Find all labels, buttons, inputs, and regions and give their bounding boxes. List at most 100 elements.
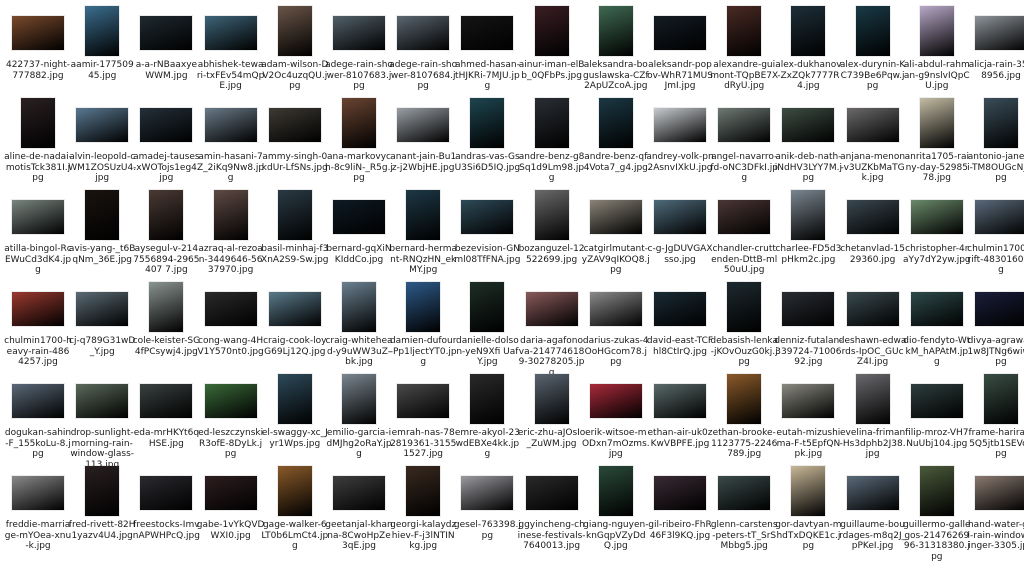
file-thumbnail-image[interactable] xyxy=(910,200,963,234)
file-thumbnail-image[interactable] xyxy=(534,6,569,56)
file-thumbnail-image[interactable] xyxy=(470,374,505,424)
file-thumbnail-image[interactable] xyxy=(589,200,642,234)
file-thumbnail-image[interactable] xyxy=(140,16,193,50)
file-thumbnail-image[interactable] xyxy=(654,292,706,326)
file-thumbnail-image[interactable] xyxy=(855,374,890,424)
file-thumbnail-image[interactable] xyxy=(12,476,64,510)
file-thumbnail-image[interactable] xyxy=(342,282,376,332)
file-name-label: catgirlmutant-yZAV9qIKOQ8.jpg xyxy=(581,244,650,275)
file-thumbnail-image[interactable] xyxy=(846,476,899,510)
file-name-label: daria-agafonova-2147746189-30278205.jpg xyxy=(518,336,585,378)
file-thumbnail-image[interactable] xyxy=(846,108,899,142)
file-thumbnail-image[interactable] xyxy=(333,16,385,50)
file-thumbnail-image[interactable] xyxy=(855,6,890,56)
file-thumbnail-image[interactable] xyxy=(461,200,514,234)
file-thumbnail-image[interactable] xyxy=(21,98,55,148)
file-thumbnail-image[interactable] xyxy=(204,384,257,418)
file-thumbnail-image[interactable] xyxy=(975,200,1024,234)
file-thumbnail-image[interactable] xyxy=(342,98,376,148)
file-thumbnail-image[interactable] xyxy=(598,466,633,516)
file-thumbnail-image[interactable] xyxy=(846,292,899,326)
file-thumbnail-image[interactable] xyxy=(85,190,120,240)
file-thumbnail-image[interactable] xyxy=(654,16,706,50)
file-thumbnail-image[interactable] xyxy=(397,16,450,50)
file-thumbnail-image[interactable] xyxy=(727,374,762,424)
file-thumbnail-image[interactable] xyxy=(718,200,771,234)
file-thumbnail-image[interactable] xyxy=(204,16,257,50)
file-thumbnail-image[interactable] xyxy=(140,476,193,510)
file-thumbnail-image[interactable] xyxy=(782,108,835,142)
file-thumbnail-image[interactable] xyxy=(919,6,954,56)
file-thumbnail-image[interactable] xyxy=(589,384,642,418)
file-thumbnail-image[interactable] xyxy=(406,190,441,240)
file-thumbnail-image[interactable] xyxy=(534,190,569,240)
file-thumbnail-image[interactable] xyxy=(268,292,321,326)
file-thumbnail-image[interactable] xyxy=(268,108,321,142)
file-thumbnail-image[interactable] xyxy=(204,108,257,142)
file-thumbnail-image[interactable] xyxy=(140,384,193,418)
file-thumbnail-image[interactable] xyxy=(525,292,578,326)
file-thumbnail-image[interactable] xyxy=(213,190,248,240)
file-thumbnail-image[interactable] xyxy=(791,466,826,516)
file-name-label: a-a-rNBaaxyeWWM.jpg xyxy=(135,60,198,81)
file-thumbnail-image[interactable] xyxy=(598,6,633,56)
file-thumbnail-image[interactable] xyxy=(397,108,450,142)
file-thumbnail-image[interactable] xyxy=(277,6,312,56)
file-thumbnail-image[interactable] xyxy=(333,200,385,234)
file-thumbnail-image[interactable] xyxy=(975,16,1024,50)
file-thumbnail-image[interactable] xyxy=(718,476,771,510)
file-thumbnail-image[interactable] xyxy=(782,384,835,418)
file-thumbnail-image[interactable] xyxy=(461,16,514,50)
file-thumbnail-image[interactable] xyxy=(333,476,385,510)
file-thumbnail-image[interactable] xyxy=(470,98,505,148)
file-thumbnail-image[interactable] xyxy=(397,384,450,418)
file-thumbnail-image[interactable] xyxy=(12,16,64,50)
file-thumbnail-image[interactable] xyxy=(149,190,184,240)
file-thumbnail-image[interactable] xyxy=(525,476,578,510)
file-thumbnail-image[interactable] xyxy=(76,108,129,142)
file-thumbnail-image[interactable] xyxy=(461,476,514,510)
file-thumbnail-image[interactable] xyxy=(149,282,184,332)
file-thumbnail-image[interactable] xyxy=(534,374,569,424)
file-thumbnail-image[interactable] xyxy=(919,98,954,148)
file-thumbnail-image[interactable] xyxy=(12,292,64,326)
file-thumbnail-image[interactable] xyxy=(204,476,257,510)
file-thumbnail-image[interactable] xyxy=(589,292,642,326)
file-thumbnail-image[interactable] xyxy=(76,292,129,326)
file-thumbnail-image[interactable] xyxy=(654,108,706,142)
file-thumbnail-image[interactable] xyxy=(85,6,120,56)
file-thumbnail-image[interactable] xyxy=(277,466,312,516)
file-thumbnail-image[interactable] xyxy=(406,466,441,516)
file-thumbnail-image[interactable] xyxy=(718,108,771,142)
file-thumbnail-image[interactable] xyxy=(12,384,64,418)
file-thumbnail-image[interactable] xyxy=(791,190,826,240)
file-thumbnail-image[interactable] xyxy=(727,282,762,332)
file-thumbnail-image[interactable] xyxy=(85,466,120,516)
file-thumbnail-image[interactable] xyxy=(140,108,193,142)
file-thumbnail-image[interactable] xyxy=(406,282,441,332)
file-thumbnail-image[interactable] xyxy=(654,200,706,234)
file-thumbnail-image[interactable] xyxy=(534,98,569,148)
file-thumbnail-image[interactable] xyxy=(910,292,963,326)
file-thumbnail-image[interactable] xyxy=(654,384,706,418)
file-thumbnail-image[interactable] xyxy=(12,200,64,234)
file-thumbnail-image[interactable] xyxy=(984,374,1018,424)
file-thumbnail-image[interactable] xyxy=(598,98,633,148)
file-thumbnail-image[interactable] xyxy=(984,98,1018,148)
file-thumbnail-image[interactable] xyxy=(782,292,835,326)
file-thumbnail-image[interactable] xyxy=(975,292,1024,326)
file-thumbnail-image[interactable] xyxy=(910,384,963,418)
file-thumbnail-image[interactable] xyxy=(342,374,376,424)
file-thumbnail-image[interactable] xyxy=(277,374,312,424)
file-thumbnail-image[interactable] xyxy=(919,466,954,516)
file-thumbnail-image[interactable] xyxy=(470,282,505,332)
file-thumbnail-image[interactable] xyxy=(846,200,899,234)
file-name-label: 422737-night-777882.jpg xyxy=(5,60,70,81)
file-thumbnail-image[interactable] xyxy=(76,384,129,418)
file-thumbnail-image[interactable] xyxy=(727,6,762,56)
file-thumbnail-image[interactable] xyxy=(654,476,706,510)
file-thumbnail-image[interactable] xyxy=(791,6,826,56)
file-thumbnail-image[interactable] xyxy=(277,190,312,240)
file-thumbnail-image[interactable] xyxy=(975,476,1024,510)
file-thumbnail-image[interactable] xyxy=(204,292,257,326)
